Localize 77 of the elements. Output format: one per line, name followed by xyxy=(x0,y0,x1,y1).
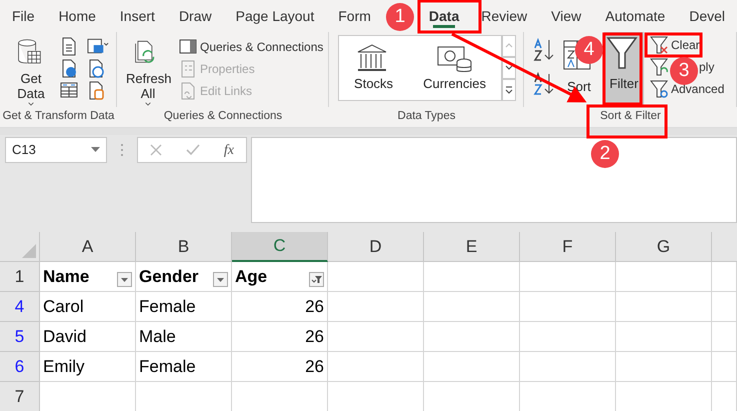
close-icon xyxy=(150,144,162,156)
header-text: Gender xyxy=(139,266,199,288)
advanced-filter-icon xyxy=(650,80,668,98)
column-header[interactable]: A xyxy=(40,232,136,262)
table-cell: Female xyxy=(136,352,232,382)
menu-tab[interactable]: Home xyxy=(46,0,108,32)
table-cell: 26 xyxy=(232,352,328,382)
filter-dropdown-button[interactable] xyxy=(117,272,132,287)
table-cell: Male xyxy=(136,322,232,352)
caret-icon xyxy=(217,278,224,282)
table-cell: Carol xyxy=(40,292,136,322)
row-header[interactable]: 1 xyxy=(0,262,40,292)
table-cell: 26 xyxy=(232,292,328,322)
column-header[interactable]: F xyxy=(520,232,616,262)
menu-tab[interactable]: Insert xyxy=(108,0,167,32)
group-label: Sort & Filter xyxy=(600,109,661,124)
document-link-icon xyxy=(179,82,197,100)
column-header[interactable]: E xyxy=(424,232,520,262)
row-header[interactable]: 5 xyxy=(0,322,40,352)
filter-icon xyxy=(311,275,322,284)
ribbon-button[interactable]: Get Data xyxy=(6,35,56,107)
select-all-icon xyxy=(22,244,36,258)
sort-ascending-icon xyxy=(533,38,555,62)
check-icon xyxy=(186,144,200,156)
group-label: Get & Transform Data xyxy=(2,109,114,124)
sort-descending-icon xyxy=(533,72,555,96)
grip-icon xyxy=(120,143,124,157)
row-header[interactable]: 4 xyxy=(0,292,40,322)
menu-tab[interactable]: View xyxy=(539,0,594,32)
column-header[interactable]: C xyxy=(232,232,328,262)
menu-tab[interactable]: Page Layout xyxy=(224,0,326,32)
document-icon xyxy=(60,37,78,57)
panel-icon xyxy=(179,38,197,56)
insert-function-button[interactable]: fx xyxy=(224,140,234,160)
ribbon-button[interactable]: Queries & Connections xyxy=(177,36,326,58)
table-cell xyxy=(712,322,737,352)
caret-icon xyxy=(121,278,128,282)
menu-tab[interactable]: Form xyxy=(326,0,379,32)
filter-dropdown-button[interactable] xyxy=(213,272,228,287)
expand-icon xyxy=(504,85,514,95)
highlight-frame xyxy=(418,0,482,34)
ribbon-icon-button[interactable] xyxy=(533,38,555,62)
gallery-item[interactable]: Stocks xyxy=(346,36,402,100)
more-button[interactable] xyxy=(502,79,516,101)
column-header[interactable]: G xyxy=(616,232,712,262)
properties-icon xyxy=(179,60,197,78)
menu-tab[interactable]: Review xyxy=(469,0,540,32)
ribbon-icon-button[interactable] xyxy=(533,72,555,96)
caret-icon xyxy=(91,147,100,153)
ribbon-button[interactable]: Clear xyxy=(648,34,726,56)
table-cell xyxy=(712,262,737,292)
menu-tab[interactable]: File xyxy=(0,0,47,32)
formula-input[interactable] xyxy=(251,137,737,223)
menu-tab[interactable]: Data xyxy=(418,0,470,32)
table-cell: 26 xyxy=(232,322,328,352)
table-cell xyxy=(712,352,737,382)
gallery-item[interactable]: Currencies xyxy=(415,36,494,100)
column-header[interactable]: D xyxy=(328,232,424,262)
ribbon-button[interactable]: Refresh All xyxy=(123,35,173,107)
filter-dropdown-button[interactable] xyxy=(309,272,324,287)
table-cell: Emily xyxy=(40,352,136,382)
menu-tab[interactable]: Automate xyxy=(593,0,678,32)
reapply-filter-icon xyxy=(650,58,668,76)
table-cell: Female xyxy=(136,292,232,322)
menu-tab[interactable]: Devel xyxy=(677,0,737,32)
header-text: Name xyxy=(43,266,90,288)
name-box[interactable]: C13 xyxy=(5,137,107,163)
highlight-frame xyxy=(644,32,702,58)
clear-filter-icon xyxy=(650,36,668,54)
row-header[interactable]: 6 xyxy=(0,352,40,382)
group-label: Queries & Connections xyxy=(164,109,282,124)
menu-tab[interactable]: Draw xyxy=(166,0,224,32)
row-header[interactable]: 7 xyxy=(0,382,40,411)
table-cell xyxy=(712,292,737,322)
header-text: Age xyxy=(235,266,268,288)
table-cell: David xyxy=(40,322,136,352)
group-label: Data Types xyxy=(398,109,456,124)
